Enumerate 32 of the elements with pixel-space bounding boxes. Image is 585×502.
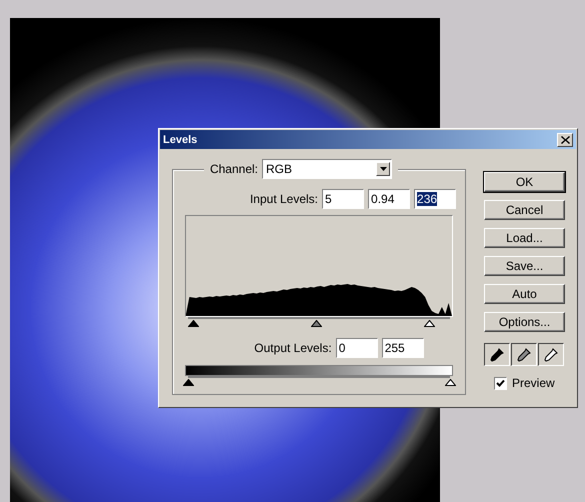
level-field[interactable]: 5 bbox=[322, 189, 364, 209]
eyedropper-icon bbox=[490, 348, 504, 362]
window-title: Levels bbox=[163, 134, 198, 146]
dialog-button[interactable]: Options... bbox=[484, 312, 565, 332]
level-field[interactable]: 0.94 bbox=[368, 189, 410, 209]
eyedropper-button[interactable] bbox=[511, 343, 537, 366]
eyedropper-button[interactable] bbox=[538, 343, 564, 366]
dialog-button[interactable]: Save... bbox=[484, 256, 565, 276]
slider-thumb[interactable] bbox=[183, 379, 194, 386]
slider-thumb[interactable] bbox=[188, 320, 200, 327]
preview-label: Preview bbox=[512, 376, 555, 390]
channel-dropdown[interactable]: RGB bbox=[262, 159, 392, 179]
preview-checkbox[interactable] bbox=[494, 376, 507, 390]
dialog-button[interactable]: Auto bbox=[484, 284, 565, 304]
eyedropper-icon bbox=[517, 348, 531, 362]
dialog-button[interactable]: OK bbox=[484, 172, 565, 192]
close-icon bbox=[560, 136, 570, 144]
eyedropper-icon bbox=[544, 348, 558, 362]
channel-label: Channel: bbox=[210, 162, 258, 176]
dialog-button[interactable]: Load... bbox=[484, 228, 565, 248]
slider-thumb[interactable] bbox=[445, 379, 456, 386]
input-levels-label: Input Levels: bbox=[250, 192, 318, 206]
dialog-button[interactable]: Cancel bbox=[484, 200, 565, 220]
slider-thumb[interactable] bbox=[424, 320, 436, 327]
level-field[interactable]: 236 bbox=[414, 189, 456, 209]
close-button[interactable] bbox=[557, 132, 573, 146]
caret-icon bbox=[380, 167, 387, 171]
level-field[interactable]: 255 bbox=[382, 338, 424, 358]
eyedropper-button[interactable] bbox=[484, 343, 510, 366]
slider-thumb[interactable] bbox=[311, 320, 322, 327]
level-field[interactable]: 0 bbox=[336, 338, 378, 358]
output-levels-label: Output Levels: bbox=[254, 341, 332, 355]
